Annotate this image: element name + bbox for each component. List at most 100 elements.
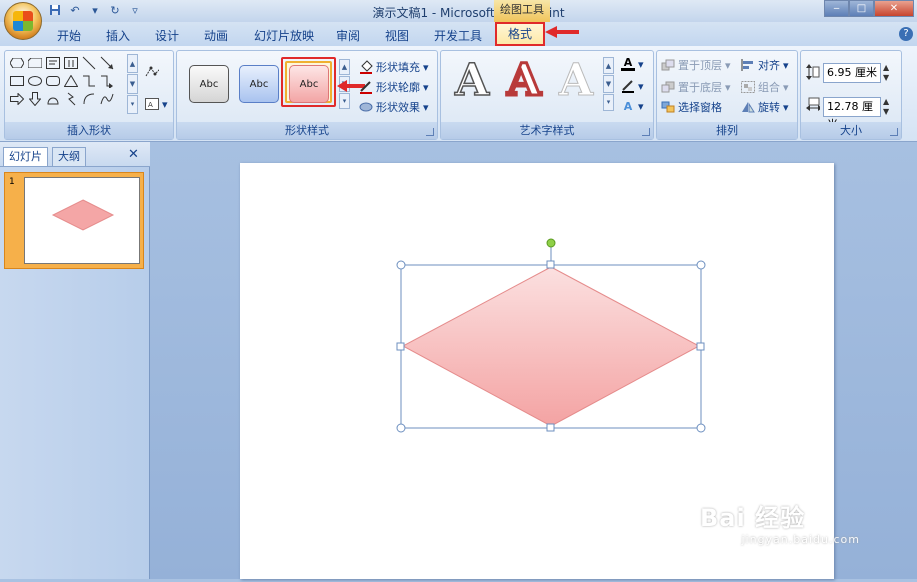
rotate-handle[interactable]: [546, 238, 556, 248]
elbow-connector-shape-icon[interactable]: [81, 73, 97, 89]
shape-effects-button[interactable]: 形状效果 ▾: [359, 99, 429, 115]
minimize-button[interactable]: ‒: [824, 0, 849, 17]
align-button[interactable]: 对齐 ▾: [741, 57, 789, 73]
tab-review[interactable]: 审阅: [336, 27, 360, 44]
send-to-back-button[interactable]: 置于底层 ▾: [661, 79, 731, 95]
diamond-shape[interactable]: [401, 266, 701, 427]
style-up-button[interactable]: ▲: [339, 59, 350, 75]
text-outline-button[interactable]: ▾: [621, 79, 644, 93]
office-logo-icon: [13, 11, 33, 31]
triangle-shape-icon[interactable]: [63, 73, 79, 89]
tab-animations[interactable]: 动画: [204, 27, 228, 44]
gallery-up-button[interactable]: ▲: [127, 54, 138, 74]
tab-view[interactable]: 视图: [385, 27, 409, 44]
shape-outline-button[interactable]: 形状轮廓 ▾: [359, 79, 429, 95]
bring-front-icon: [661, 58, 675, 72]
arc-shape-icon[interactable]: [81, 91, 97, 107]
tab-format[interactable]: 格式: [495, 22, 545, 46]
rotate-button[interactable]: 旋转 ▾: [741, 99, 789, 115]
office-button[interactable]: [4, 2, 42, 40]
tab-developer[interactable]: 开发工具: [434, 27, 482, 44]
group-button[interactable]: 组合 ▾: [741, 79, 789, 95]
shape-style-red[interactable]: Abc: [289, 65, 329, 103]
slide-number: 1: [9, 177, 15, 187]
shape-style-gray[interactable]: Abc: [189, 65, 229, 103]
text-fill-icon: A: [621, 56, 635, 71]
curve-shape-icon[interactable]: [99, 91, 115, 107]
style-more-button[interactable]: ▾: [339, 93, 350, 109]
group-insert-shapes: ▲ ▼ ▾ A ▾ 插入形状: [4, 50, 174, 140]
group-label-arrange: 排列: [657, 122, 797, 139]
curved-shape-icon[interactable]: [45, 91, 61, 107]
right-arrow-shape-icon[interactable]: [9, 91, 25, 107]
shape-gallery-scroll: ▲ ▼ ▾: [127, 54, 138, 114]
send-back-icon: [661, 80, 675, 94]
rounded-rectangle-shape-icon[interactable]: [45, 73, 61, 89]
text-fill-button[interactable]: A ▾: [621, 56, 644, 71]
text-effects-icon: A: [623, 99, 633, 113]
elbow-arrow-shape-icon[interactable]: [99, 73, 115, 89]
vertical-textbox-shape-icon[interactable]: [63, 55, 79, 71]
wordart-up-button[interactable]: ▲: [603, 57, 614, 75]
down-arrow-shape-icon[interactable]: [27, 91, 43, 107]
resize-handle-ne[interactable]: [696, 260, 706, 270]
window-title: 演示文稿1 - Microsoft PowerPoint: [372, 6, 565, 20]
height-icon: [806, 64, 820, 80]
resize-handle-se[interactable]: [696, 423, 706, 433]
lightning-shape-icon[interactable]: [63, 91, 79, 107]
tab-slideshow[interactable]: 幻灯片放映: [254, 27, 314, 44]
maximize-button[interactable]: □: [849, 0, 874, 17]
shape-gallery: [9, 55, 137, 107]
resize-handle-nw[interactable]: [396, 260, 406, 270]
paint-bucket-icon: [359, 60, 373, 74]
close-panel-icon[interactable]: ✕: [128, 147, 139, 162]
group-label-shape-styles: 形状样式: [177, 122, 437, 139]
hexagon-shape-icon[interactable]: [9, 55, 25, 71]
wordart-style-3[interactable]: A: [558, 55, 593, 107]
size-launcher[interactable]: [890, 128, 898, 136]
wordart-launcher[interactable]: [642, 128, 650, 136]
text-effects-button[interactable]: A ▾: [621, 99, 644, 113]
tab-insert[interactable]: 插入: [106, 27, 130, 44]
tab-design[interactable]: 设计: [155, 27, 179, 44]
height-input[interactable]: 6.95 厘米: [823, 63, 881, 83]
resize-handle-n[interactable]: [546, 260, 555, 269]
wordart-down-button[interactable]: ▼: [603, 75, 614, 93]
wordart-more-button[interactable]: ▾: [603, 93, 614, 111]
bring-to-front-button[interactable]: 置于顶层 ▾: [661, 57, 731, 73]
resize-handle-w[interactable]: [396, 342, 405, 351]
shape-fill-button[interactable]: 形状填充 ▾: [359, 59, 429, 75]
gallery-down-button[interactable]: ▼: [127, 74, 138, 94]
rectangle-shape-icon[interactable]: [9, 73, 25, 89]
width-input[interactable]: 12.78 厘米: [823, 97, 881, 131]
textbox-button[interactable]: A ▾: [145, 97, 168, 111]
width-spinner[interactable]: ▲ ▼: [883, 97, 889, 117]
textbox-icon: A: [145, 97, 159, 111]
close-button[interactable]: ✕: [874, 0, 914, 17]
rounded-rect-shape-icon[interactable]: [27, 55, 43, 71]
oval-shape-icon[interactable]: [27, 73, 43, 89]
shape-styles-launcher[interactable]: [426, 128, 434, 136]
group-arrange: 置于顶层 ▾ 置于底层 ▾ 选择窗格 对齐 ▾ 组合 ▾ 旋转 ▾ 排列: [656, 50, 798, 140]
arrow-line-shape-icon[interactable]: [99, 55, 115, 71]
line-shape-icon[interactable]: [81, 55, 97, 71]
selection-pane-button[interactable]: 选择窗格: [661, 99, 722, 115]
tab-slides[interactable]: 幻灯片: [3, 147, 48, 166]
help-icon[interactable]: ?: [899, 27, 913, 41]
height-spinner[interactable]: ▲ ▼: [883, 63, 889, 83]
watermark-url: jingyan.baidu.com: [741, 533, 860, 546]
tab-outline[interactable]: 大纲: [52, 147, 86, 166]
slide-thumbnail-item[interactable]: 1: [4, 172, 144, 269]
tab-home[interactable]: 开始: [57, 27, 81, 44]
slide-thumbnail[interactable]: [24, 177, 140, 264]
resize-handle-sw[interactable]: [396, 423, 406, 433]
slides-panel: 幻灯片 大纲 ✕ 1: [0, 142, 150, 579]
wordart-style-2[interactable]: A: [505, 54, 542, 108]
textbox-shape-icon[interactable]: [45, 55, 61, 71]
wordart-style-1[interactable]: A: [454, 54, 490, 107]
resize-handle-s[interactable]: [546, 423, 555, 432]
shape-style-blue[interactable]: Abc: [239, 65, 279, 103]
edit-shape-button[interactable]: [145, 65, 159, 79]
gallery-more-button[interactable]: ▾: [127, 94, 138, 114]
resize-handle-e[interactable]: [696, 342, 705, 351]
